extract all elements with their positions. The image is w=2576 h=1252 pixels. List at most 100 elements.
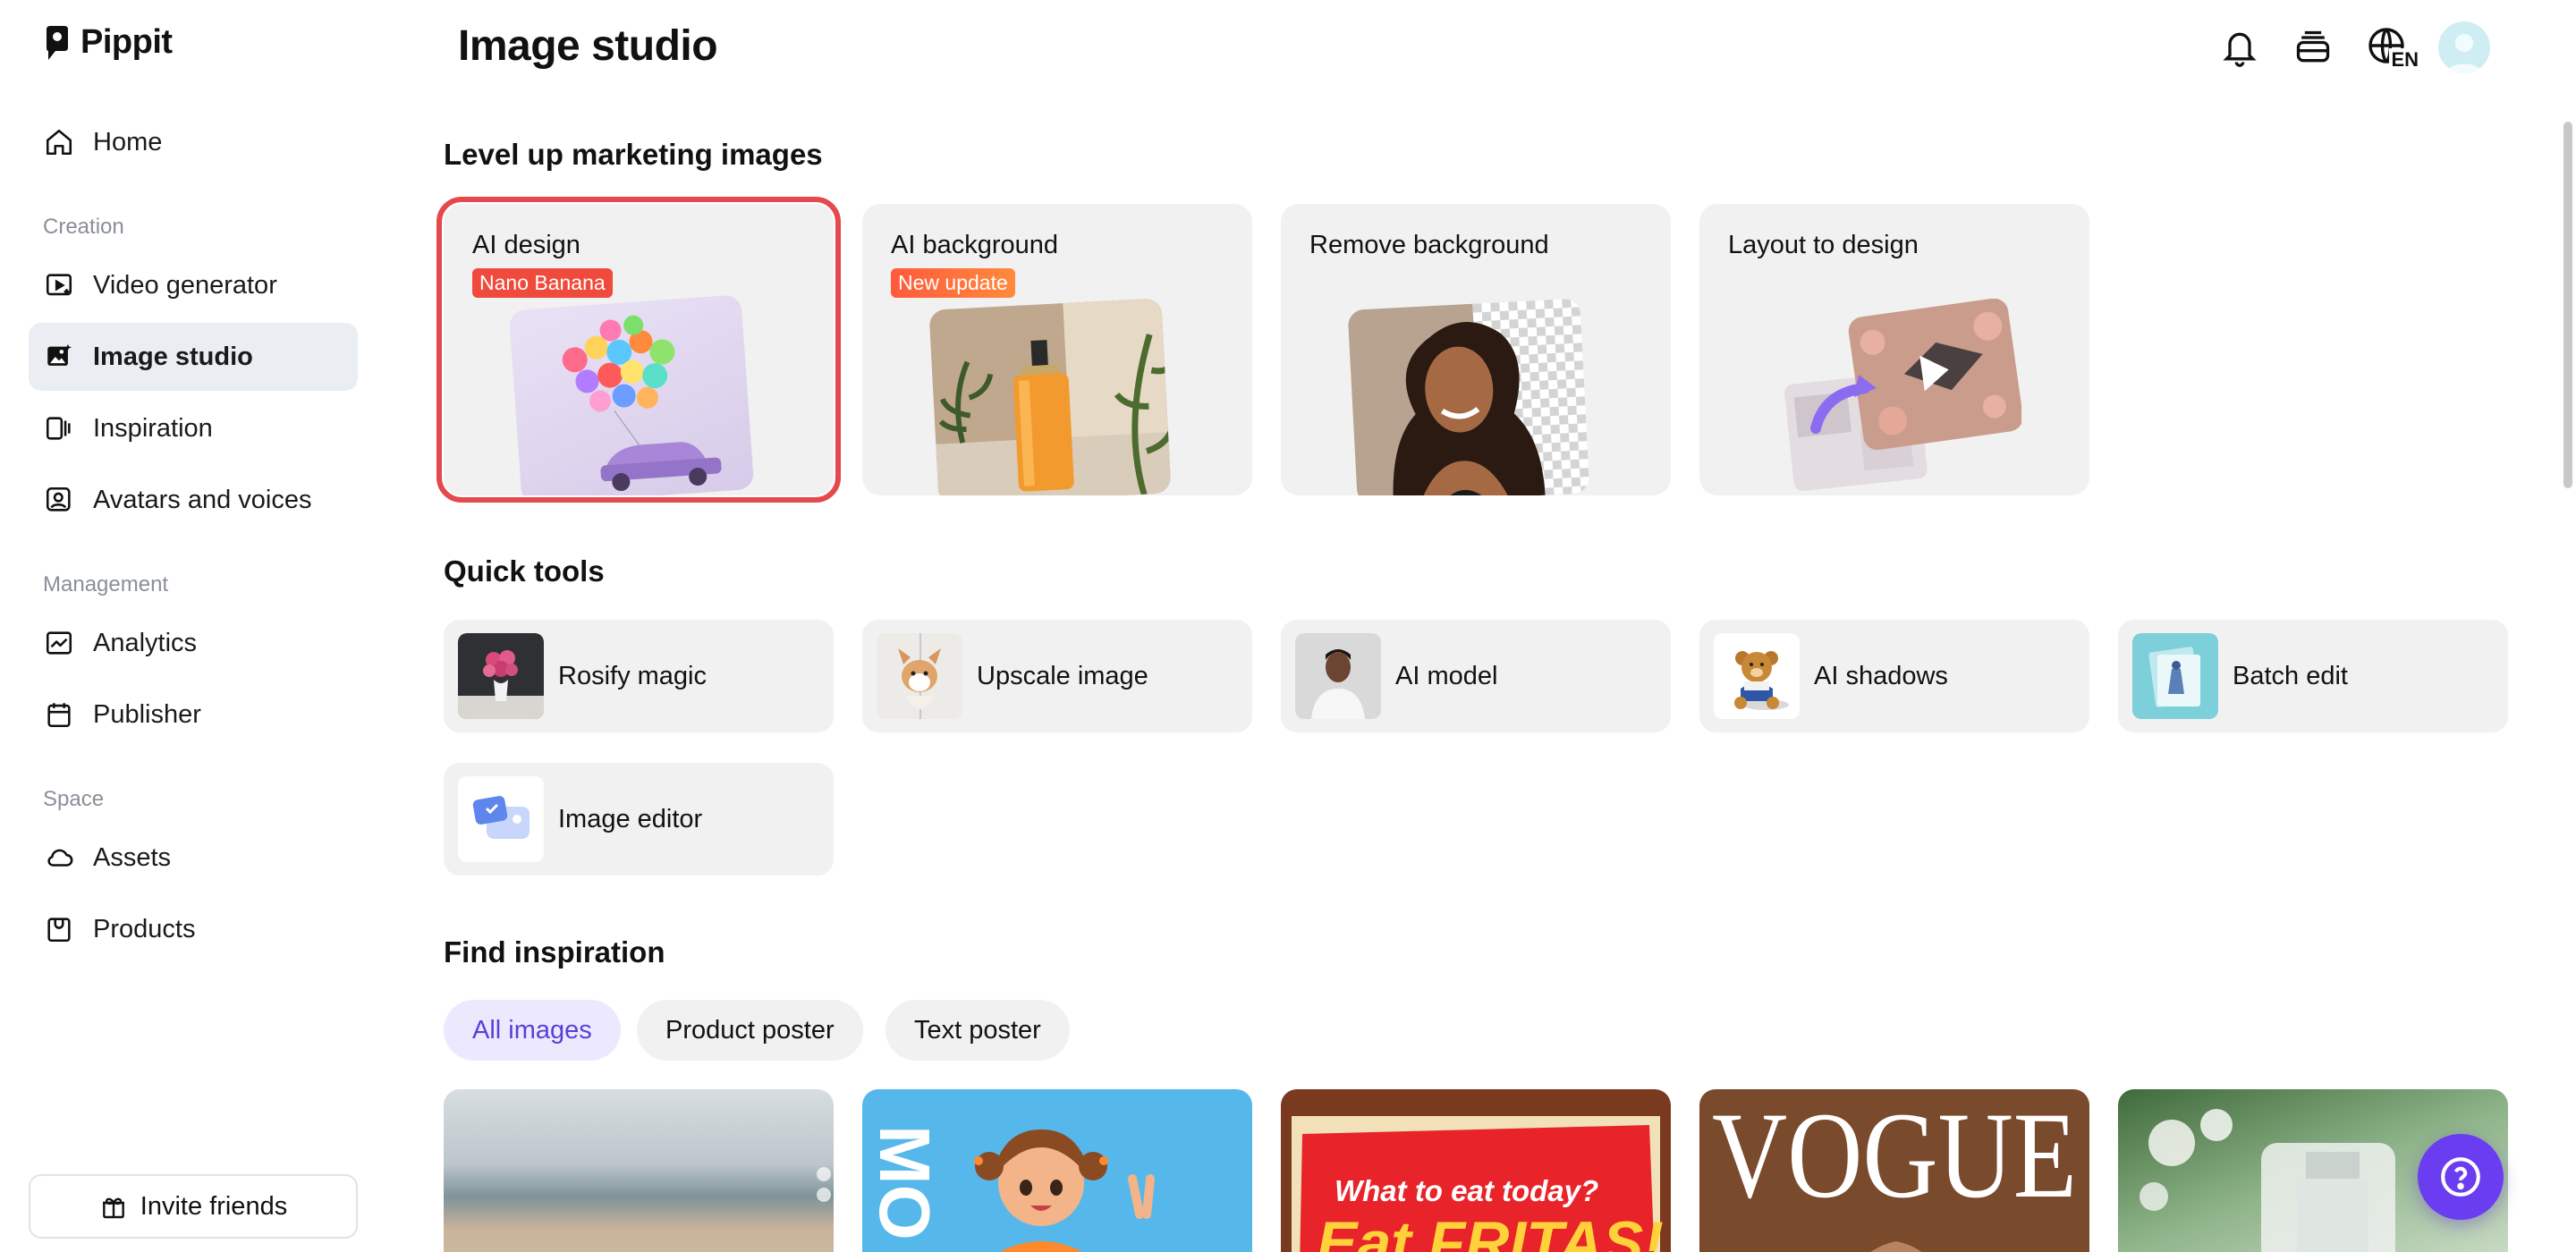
page-title: Image studio xyxy=(458,22,718,70)
section-title-marketing: Level up marketing images xyxy=(444,138,823,171)
bell-icon xyxy=(2223,32,2257,67)
preview-text-headline: Eat FRITAS! xyxy=(1317,1209,1664,1252)
feature-card-label: AI design xyxy=(472,231,580,259)
sidebar-item-products[interactable]: Products xyxy=(29,895,358,963)
home-icon xyxy=(43,126,75,158)
calendar-icon xyxy=(43,698,75,731)
inspiration-food-poster-image: What to eat today? Eat FRITAS! xyxy=(1292,1116,1664,1252)
language-code: EN xyxy=(2389,48,2420,72)
sidebar-item-label: Inspiration xyxy=(93,413,213,443)
section-title-quick-tools: Quick tools xyxy=(444,554,605,588)
tool-batch-edit[interactable]: Batch edit xyxy=(2118,620,2508,732)
feature-badge: Nano Banana xyxy=(472,268,613,298)
product-box-icon xyxy=(43,913,75,945)
sidebar-item-home[interactable]: Home xyxy=(29,108,358,176)
section-label-management: Management xyxy=(43,572,169,596)
notification-bell-button[interactable] xyxy=(2215,21,2265,73)
header-actions: EN xyxy=(2215,21,2490,73)
feature-card-label: AI background xyxy=(891,231,1059,259)
tool-label: Upscale image xyxy=(977,661,1148,690)
inspiration-card[interactable]: MO xyxy=(862,1089,1252,1252)
preview-text-vogue: VOGUE xyxy=(1712,1089,2077,1223)
inspiration-magazine-image: VOGUE xyxy=(1712,1089,2077,1252)
remove-background-preview-image xyxy=(1347,298,1590,495)
user-avatar[interactable] xyxy=(2438,21,2490,73)
sidebar-item-avatars-voices[interactable]: Avatars and voices xyxy=(29,466,358,534)
feature-card-label: Layout to design xyxy=(1728,231,1919,259)
stack-icon xyxy=(2296,30,2330,63)
tool-ai-shadows[interactable]: AI shadows xyxy=(1699,620,2089,732)
tool-label: AI model xyxy=(1395,661,1498,690)
inspiration-card[interactable]: VOGUE xyxy=(1699,1089,2089,1252)
tool-label: Rosify magic xyxy=(558,661,707,690)
tool-rosify-magic[interactable]: Rosify magic xyxy=(444,620,834,732)
filter-chip-product-poster[interactable]: Product poster xyxy=(637,1000,863,1061)
feature-card-remove-background[interactable]: Remove background xyxy=(1281,204,1671,495)
sidebar-item-video-generator[interactable]: Video generator xyxy=(29,251,358,319)
feature-card-ai-background[interactable]: AI background New update xyxy=(862,204,1252,495)
feature-card-layout-to-design[interactable]: Layout to design xyxy=(1699,204,2089,495)
ai-design-preview-image xyxy=(508,294,755,495)
sidebar-item-label: Avatars and voices xyxy=(93,485,312,514)
ai-shadows-thumbnail xyxy=(1714,633,1800,719)
sidebar-item-analytics[interactable]: Analytics xyxy=(29,609,358,677)
section-label-creation: Creation xyxy=(43,215,124,239)
help-button[interactable] xyxy=(2418,1134,2504,1220)
cloud-icon xyxy=(43,842,75,874)
sidebar-item-assets[interactable]: Assets xyxy=(29,824,358,892)
feature-card-ai-design[interactable]: AI design Nano Banana xyxy=(436,197,841,503)
ai-background-preview-image xyxy=(928,298,1172,495)
tool-label: Image editor xyxy=(558,804,703,833)
sidebar-item-image-studio[interactable]: Image studio xyxy=(29,323,358,391)
layout-to-design-preview-image xyxy=(1780,299,2021,494)
batch-edit-thumbnail xyxy=(2132,633,2218,719)
avatar-voice-icon xyxy=(43,484,75,516)
sidebar-item-label: Products xyxy=(93,914,196,943)
video-generator-icon xyxy=(43,269,75,301)
preview-text-mo: MO xyxy=(865,1125,945,1240)
invite-friends-label: Invite friends xyxy=(140,1191,288,1221)
filter-chip-all-images[interactable]: All images xyxy=(444,1000,621,1061)
pippit-logo[interactable]: Pippit xyxy=(43,23,173,62)
rosify-magic-thumbnail xyxy=(458,633,544,719)
sidebar-item-publisher[interactable]: Publisher xyxy=(29,681,358,749)
section-title-inspiration: Find inspiration xyxy=(444,935,665,969)
sidebar-item-inspiration[interactable]: Inspiration xyxy=(29,394,358,462)
inspiration-beach-image xyxy=(817,1167,831,1202)
gift-icon xyxy=(102,1197,124,1219)
sidebar-item-label: Home xyxy=(93,127,163,156)
sidebar-item-label: Image studio xyxy=(93,342,253,371)
section-label-space: Space xyxy=(43,787,105,811)
language-button[interactable]: EN xyxy=(2361,21,2420,73)
pippit-logo-icon xyxy=(47,25,68,60)
tool-label: Batch edit xyxy=(2233,661,2348,690)
inspiration-card[interactable] xyxy=(444,1089,834,1252)
inspiration-card[interactable]: What to eat today? Eat FRITAS! xyxy=(1281,1089,1671,1252)
sidebar-item-label: Analytics xyxy=(93,628,198,657)
tool-ai-model[interactable]: AI model xyxy=(1281,620,1671,732)
sidebar: Pippit Home Creation Video generator Ima… xyxy=(0,0,386,1252)
user-avatar-icon xyxy=(2446,34,2482,73)
image-editor-thumbnail xyxy=(458,776,544,862)
question-mark-icon xyxy=(2441,1157,2480,1197)
credits-button[interactable] xyxy=(2288,21,2338,73)
invite-friends-button[interactable]: Invite friends xyxy=(29,1174,358,1239)
upscale-image-thumbnail xyxy=(877,633,962,719)
filter-chip-text-poster[interactable]: Text poster xyxy=(886,1000,1070,1061)
feature-badge: New update xyxy=(891,268,1015,298)
tool-image-editor[interactable]: Image editor xyxy=(444,763,834,876)
feature-card-label: Remove background xyxy=(1309,231,1549,259)
sidebar-item-label: Video generator xyxy=(93,270,277,300)
analytics-icon xyxy=(43,627,75,659)
inspiration-cartoon-girl-image: MO xyxy=(865,1125,1155,1252)
page-scrollbar[interactable] xyxy=(2563,122,2572,488)
preview-text-question: What to eat today? xyxy=(1335,1174,1598,1207)
inspiration-icon xyxy=(43,412,75,444)
tool-upscale-image[interactable]: Upscale image xyxy=(862,620,1252,732)
sidebar-item-label: Publisher xyxy=(93,699,201,729)
tool-label: AI shadows xyxy=(1814,661,1948,690)
image-studio-icon xyxy=(43,341,75,373)
app-name: Pippit xyxy=(80,23,173,61)
ai-model-thumbnail xyxy=(1295,633,1381,719)
sidebar-item-label: Assets xyxy=(93,842,172,872)
